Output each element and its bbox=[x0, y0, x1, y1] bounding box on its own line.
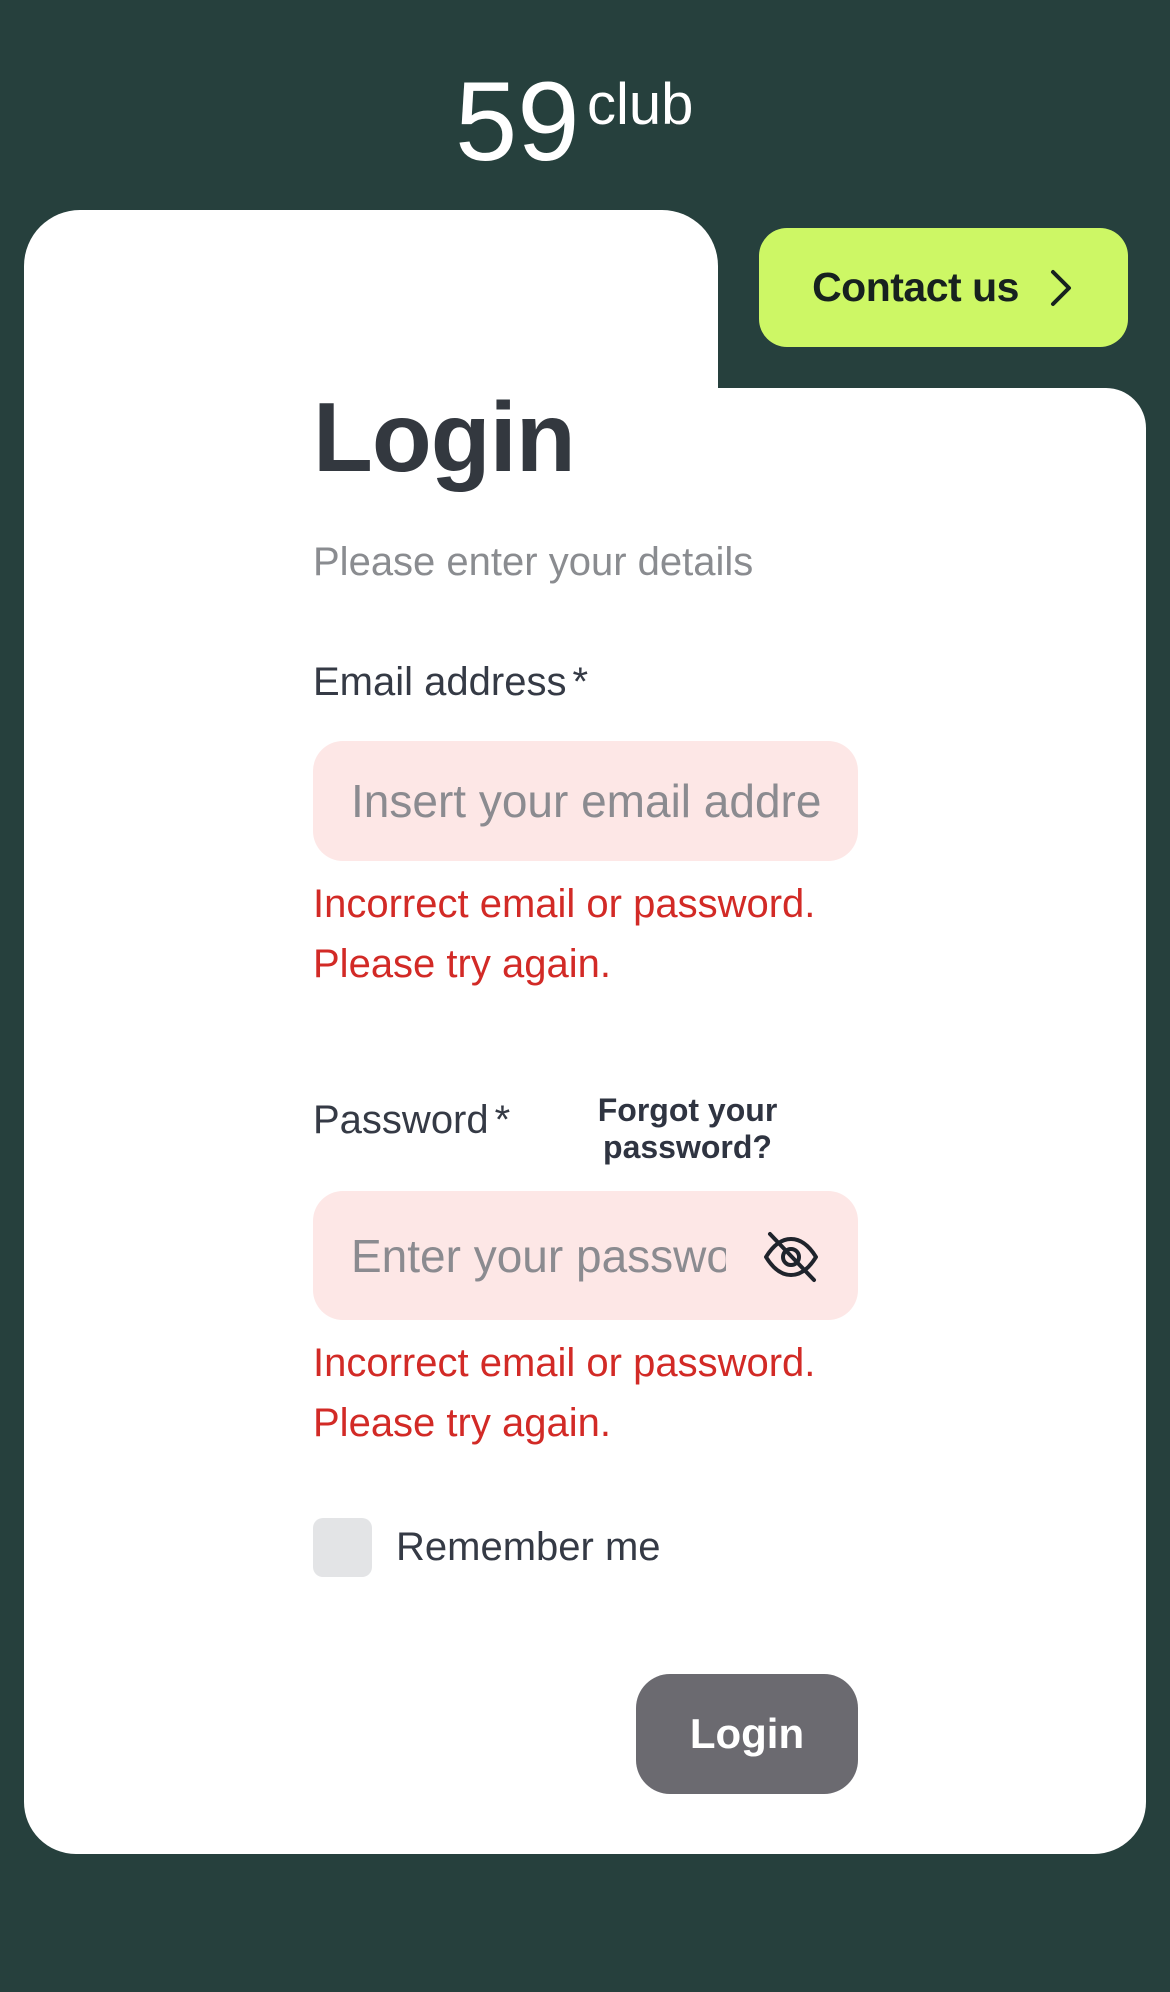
forgot-password-link[interactable]: Forgot your password? bbox=[580, 1092, 795, 1166]
remember-me-checkbox[interactable] bbox=[313, 1518, 372, 1577]
logo-word: club bbox=[587, 72, 693, 137]
remember-me-row: Remember me bbox=[313, 1518, 661, 1577]
email-field-wrapper bbox=[313, 741, 858, 861]
password-error-line1: Incorrect email or password. bbox=[313, 1341, 816, 1385]
remember-me-label: Remember me bbox=[396, 1525, 661, 1569]
logo-number: 59 bbox=[455, 62, 580, 172]
contact-us-label: Contact us bbox=[812, 264, 1019, 310]
login-card bbox=[24, 210, 1146, 1854]
password-error-line2: Please try again. bbox=[313, 1401, 611, 1445]
email-error-line1: Incorrect email or password. bbox=[313, 882, 816, 926]
chevron-right-icon bbox=[1047, 268, 1075, 308]
email-error-message: Incorrect email or password. Please try … bbox=[313, 874, 873, 994]
password-label-text: Password bbox=[313, 1098, 489, 1142]
contact-us-button[interactable]: Contact us bbox=[759, 228, 1128, 347]
password-required-mark: * bbox=[494, 1098, 511, 1142]
password-input[interactable] bbox=[349, 1227, 728, 1284]
login-button[interactable]: Login bbox=[636, 1674, 858, 1794]
email-label: Email address * bbox=[313, 660, 588, 705]
email-input[interactable] bbox=[349, 773, 822, 829]
email-error-line2: Please try again. bbox=[313, 942, 611, 986]
page-title: Login bbox=[313, 382, 576, 492]
card-top-section bbox=[24, 210, 718, 410]
password-label: Password * bbox=[313, 1098, 510, 1143]
forgot-password-line2: password? bbox=[603, 1129, 772, 1165]
email-required-mark: * bbox=[572, 660, 589, 704]
password-error-message: Incorrect email or password. Please try … bbox=[313, 1333, 873, 1453]
eye-off-icon[interactable] bbox=[760, 1226, 822, 1288]
brand-logo: 59 club bbox=[455, 59, 715, 184]
page-subtitle: Please enter your details bbox=[313, 540, 754, 584]
logo-graphic: 59 club bbox=[455, 59, 693, 184]
forgot-password-line1: Forgot your bbox=[597, 1092, 778, 1128]
email-label-text: Email address bbox=[313, 660, 567, 704]
